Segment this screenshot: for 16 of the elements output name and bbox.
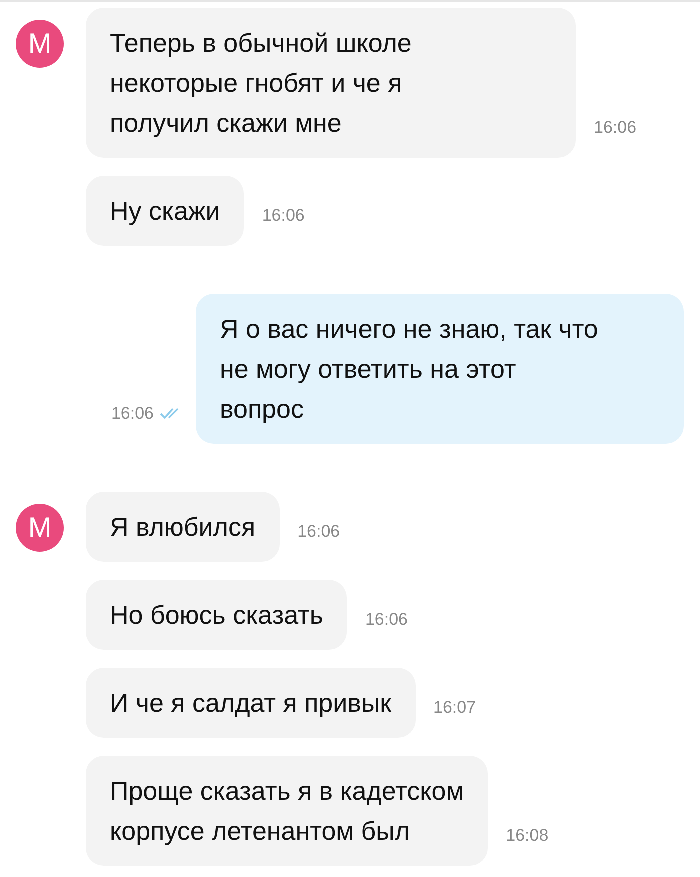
message-time: 16:06 xyxy=(296,522,340,543)
message-bubble: Я влюбился xyxy=(86,492,280,562)
message-time: 16:06 xyxy=(261,206,305,227)
message-time: 16:06 xyxy=(593,118,637,139)
message-time: 16:07 xyxy=(432,698,476,719)
message-time: 16:08 xyxy=(505,826,549,847)
message-bubble: Но боюсь сказать xyxy=(86,580,348,650)
avatar: M xyxy=(16,504,64,552)
message-bubble: Ну скажи xyxy=(86,176,244,246)
message-bubble: Я о вас ничего не знаю, так что не могу ответить на этот вопрос xyxy=(196,294,684,444)
avatar: M xyxy=(16,20,64,68)
message-bubble: Проще сказать я в кадетском корпусе летенантом был xyxy=(86,756,488,866)
message-bubble: Теперь в обычной школе некоторые гнобят и че я получил скажи мне xyxy=(86,8,576,158)
message-time: 16:06 xyxy=(111,404,155,425)
message-time: 16:06 xyxy=(364,610,408,631)
message-bubble: И че я салдат я привык xyxy=(86,668,416,738)
